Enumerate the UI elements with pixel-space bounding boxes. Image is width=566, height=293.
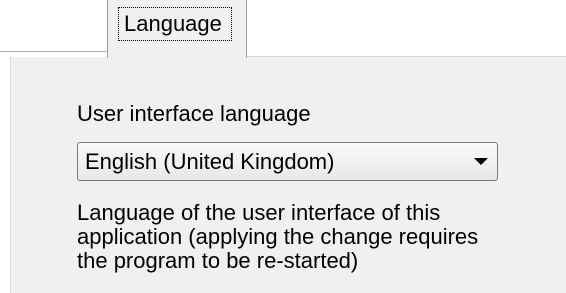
language-description: Language of the user interface of this a… [77, 201, 497, 273]
selected-language: English (United Kingdom) [85, 149, 335, 174]
tab-previous[interactable] [0, 0, 108, 52]
description-line-1: Language of the user interface of this [77, 200, 441, 225]
description-line-2: application (applying the change require… [77, 224, 479, 249]
description-line-3: the program to be re-started) [77, 248, 359, 273]
chevron-down-icon[interactable] [474, 158, 488, 165]
tab-language-label: Language [118, 7, 232, 41]
tab-language[interactable]: Language [107, 0, 247, 58]
user-interface-language-label: User interface language [77, 101, 311, 126]
language-dropdown[interactable]: English (United Kingdom) [77, 142, 498, 181]
settings-dialog: Language User interface language English… [0, 0, 566, 293]
tab-strip: Language [0, 0, 566, 58]
